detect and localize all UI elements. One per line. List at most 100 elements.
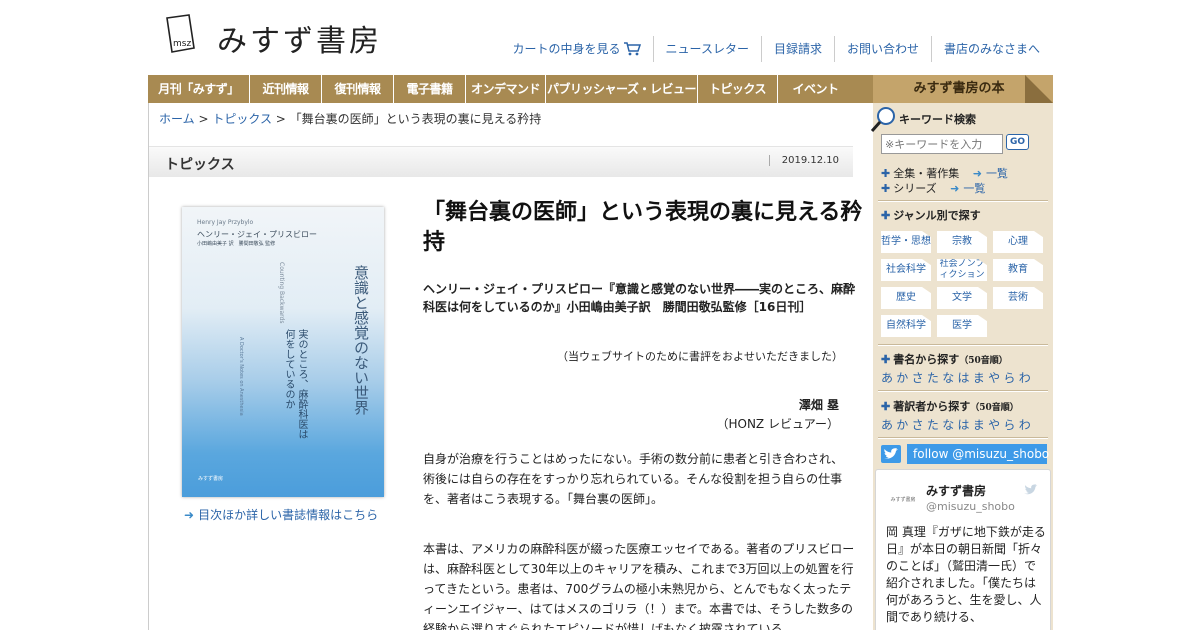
genre-natural-science[interactable]: 自然科学 — [881, 315, 931, 337]
cart-link[interactable]: カートの中身を見る — [501, 36, 653, 62]
avatar[interactable]: みすず書房 — [888, 484, 918, 514]
series-list-link[interactable]: ➜ 一覧 — [950, 182, 985, 195]
catalog-request-link[interactable]: 目録請求 — [760, 36, 834, 62]
article-paragraph: 自身が治療を行うことはめったにない。手術の数分前に患者と引き合わされ、術後には自… — [423, 452, 844, 506]
article-title: 「舞台裏の医師」という表現の裏に見える矜持 — [423, 200, 863, 255]
cover-title: 意識と感覚のない世界 — [352, 265, 370, 415]
cover-author-en: Henry Jay Przybylo — [197, 219, 254, 226]
genre-search-label: ジャンル別で探す — [893, 209, 981, 222]
topics-label: トピックス — [165, 157, 235, 173]
plus-icon: ✚ — [881, 400, 891, 413]
breadcrumb: ホーム > トピックス > 「舞台裏の医師」という表現の裏に見える矜持 — [159, 110, 541, 127]
nav-item-monthly[interactable]: 月刊「みすず」 — [148, 75, 250, 103]
title-search-label: 書名から探す — [893, 353, 960, 366]
nav-item-ebooks[interactable]: 電子書籍 — [394, 75, 466, 103]
breadcrumb-separator: > — [194, 112, 213, 126]
article: 「舞台裏の医師」という表現の裏に見える矜持 ヘンリー・ジェイ・プリスビロー『意識… — [423, 198, 863, 630]
genre-religion[interactable]: 宗教 — [937, 231, 987, 253]
tweet-card: みすず書房 みすず書房 @misuzu_shobo 岡 真理『ガザに地下鉄が走る… — [875, 469, 1051, 630]
book-detail-link-label: 目次ほか詳しい書誌情報はこちら — [198, 508, 379, 522]
logo-mark-text: msz — [173, 39, 191, 49]
title-kana-index[interactable]: あかさたなはまやらわ — [881, 369, 1034, 386]
breadcrumb-home[interactable]: ホーム — [159, 112, 195, 126]
sidebar-tab: みすず書房の本 — [873, 75, 1053, 103]
nav-item-on-demand[interactable]: オンデマンド — [466, 75, 546, 103]
book-info: ヘンリー・ジェイ・プリスビロー『意識と感覚のない世界――実のところ、麻酔科医は何… — [423, 282, 856, 314]
post-date: 2019.12.10 — [768, 155, 839, 166]
genre-history[interactable]: 歴史 — [881, 287, 931, 309]
nav-item-topics[interactable]: トピックス — [698, 75, 778, 103]
logo-mark: msz — [163, 14, 197, 54]
header-links: カートの中身を見る ニュースレター 目録請求 お問い合わせ 書店のみなさまへ — [501, 36, 1052, 62]
author-search-title: ✚ 著訳者から探す（50音順） — [881, 398, 1019, 414]
nav-item-reprint[interactable]: 復刊情報 — [322, 75, 394, 103]
article-paragraph: 本書は、アメリカの麻酔科医が綴った医療エッセイである。著者のプリスビローは、麻酔… — [423, 542, 855, 630]
genre-education[interactable]: 教育 — [993, 259, 1043, 281]
series-list-label: 一覧 — [963, 182, 986, 195]
keyword-search-input[interactable] — [881, 134, 1003, 154]
reviewer-name: 澤畑 塁 — [798, 398, 839, 412]
plus-icon: ✚ — [881, 353, 891, 366]
title-search-title: ✚ 書名から探す（50音順） — [881, 351, 1008, 367]
topics-bar: トピックス 2019.12.10 — [149, 146, 853, 177]
sidebar-tab-label: みすず書房の本 — [913, 81, 1005, 96]
nav-item-upcoming[interactable]: 近刊情報 — [250, 75, 322, 103]
nav-item-events[interactable]: イベント — [778, 75, 853, 103]
title-search-note: （50音順） — [959, 356, 1008, 366]
genre-social-nonfiction[interactable]: 社会ノンフィクション — [937, 259, 987, 281]
tweet-text: 岡 真理『ガザに地下鉄が走る日』が本日の朝日新聞「折々のことば」（鷲田清一氏）で… — [886, 525, 1046, 624]
author-search-label: 著訳者から探す — [893, 400, 971, 413]
author-kana-index[interactable]: あかさたなはまやらわ — [881, 416, 1034, 433]
genre-literature[interactable]: 文学 — [937, 287, 987, 309]
plus-icon: ✚ — [881, 209, 891, 222]
arrow-right-icon: ➜ — [184, 508, 195, 522]
genre-social-science[interactable]: 社会科学 — [881, 259, 931, 281]
collected-works-list-link[interactable]: ➜ 一覧 — [973, 167, 1008, 180]
genre-philosophy[interactable]: 哲学・思想 — [881, 231, 931, 253]
tweet-account-name[interactable]: みすず書房 — [926, 482, 986, 499]
twitter-follow-button[interactable]: follow @misuzu_shobo — [907, 444, 1049, 464]
contact-link[interactable]: お問い合わせ — [833, 36, 931, 62]
article-note: （当ウェブサイトのために書評をおよせいただきました） — [557, 350, 843, 363]
plus-icon: ✚ — [881, 167, 891, 180]
collected-works-row: ✚ 全集・著作集 ➜ 一覧 — [881, 165, 1008, 181]
cart-icon — [623, 42, 641, 56]
cart-link-label: カートの中身を見る — [512, 42, 621, 56]
genre-search-title: ✚ ジャンル別で探す — [881, 207, 981, 223]
keyword-search-go-button[interactable]: GO — [1006, 134, 1029, 150]
cover-subtitle-en: A Doctor's Notes on Anesthesia — [238, 337, 244, 416]
twitter-icon[interactable] — [881, 445, 901, 463]
tweet-account-handle[interactable]: @misuzu_shobo — [926, 500, 1015, 513]
book-detail-link[interactable]: ➜ 目次ほか詳しい書誌情報はこちら — [184, 506, 378, 523]
breadcrumb-separator: > — [271, 112, 290, 126]
arrow-right-icon: ➜ — [950, 182, 960, 195]
reviewer-affiliation: （HONZ レビュアー） — [716, 417, 839, 431]
sidebar: キーワード検索 GO ✚全集・著作集 ➜一覧 ✚シリーズ ➜一覧 ✚ジャンル別で… — [870, 103, 1053, 630]
divider — [878, 390, 1048, 392]
genre-art[interactable]: 芸術 — [993, 287, 1043, 309]
main-left-border — [148, 103, 149, 630]
collected-works-list-label: 一覧 — [985, 167, 1008, 180]
cover-translator: 小田嶋由美子 訳 勝間田敬弘 監修 — [197, 241, 276, 247]
series-label: シリーズ — [893, 182, 937, 195]
magnifier-icon — [870, 107, 895, 132]
cover-publisher: みすず書房 — [198, 476, 224, 482]
main-nav: 月刊「みすず」 近刊情報 復刊情報 電子書籍 オンデマンド パブリッシャーズ・レ… — [148, 75, 873, 103]
breadcrumb-topics[interactable]: トピックス — [212, 112, 272, 126]
twitter-bird-icon — [1023, 484, 1038, 495]
breadcrumb-current: 「舞台裏の医師」という表現の裏に見える矜持 — [289, 112, 542, 126]
cover-subtitle: 実のところ、麻酔科医は何をしているのか — [283, 329, 307, 439]
keyword-search-title: キーワード検索 — [899, 113, 976, 126]
genre-medicine[interactable]: 医学 — [937, 315, 987, 337]
arrow-right-icon: ➜ — [972, 167, 982, 180]
logo-text: みすず書房 — [217, 24, 382, 59]
divider — [878, 344, 1048, 346]
collected-works-label: 全集・著作集 — [893, 167, 960, 180]
genre-psychology[interactable]: 心理 — [993, 231, 1043, 253]
divider — [878, 437, 1048, 439]
nav-item-publishers-review[interactable]: パブリッシャーズ・レビュー — [546, 75, 698, 103]
book-cover[interactable]: Henry Jay Przybylo ヘンリー・ジェイ・プリスビロー 小田嶋由美… — [182, 207, 384, 497]
newsletter-link[interactable]: ニュースレター — [652, 36, 761, 62]
bookstores-link[interactable]: 書店のみなさまへ — [930, 36, 1052, 62]
site-logo[interactable]: msz みすず書房 — [163, 14, 433, 62]
